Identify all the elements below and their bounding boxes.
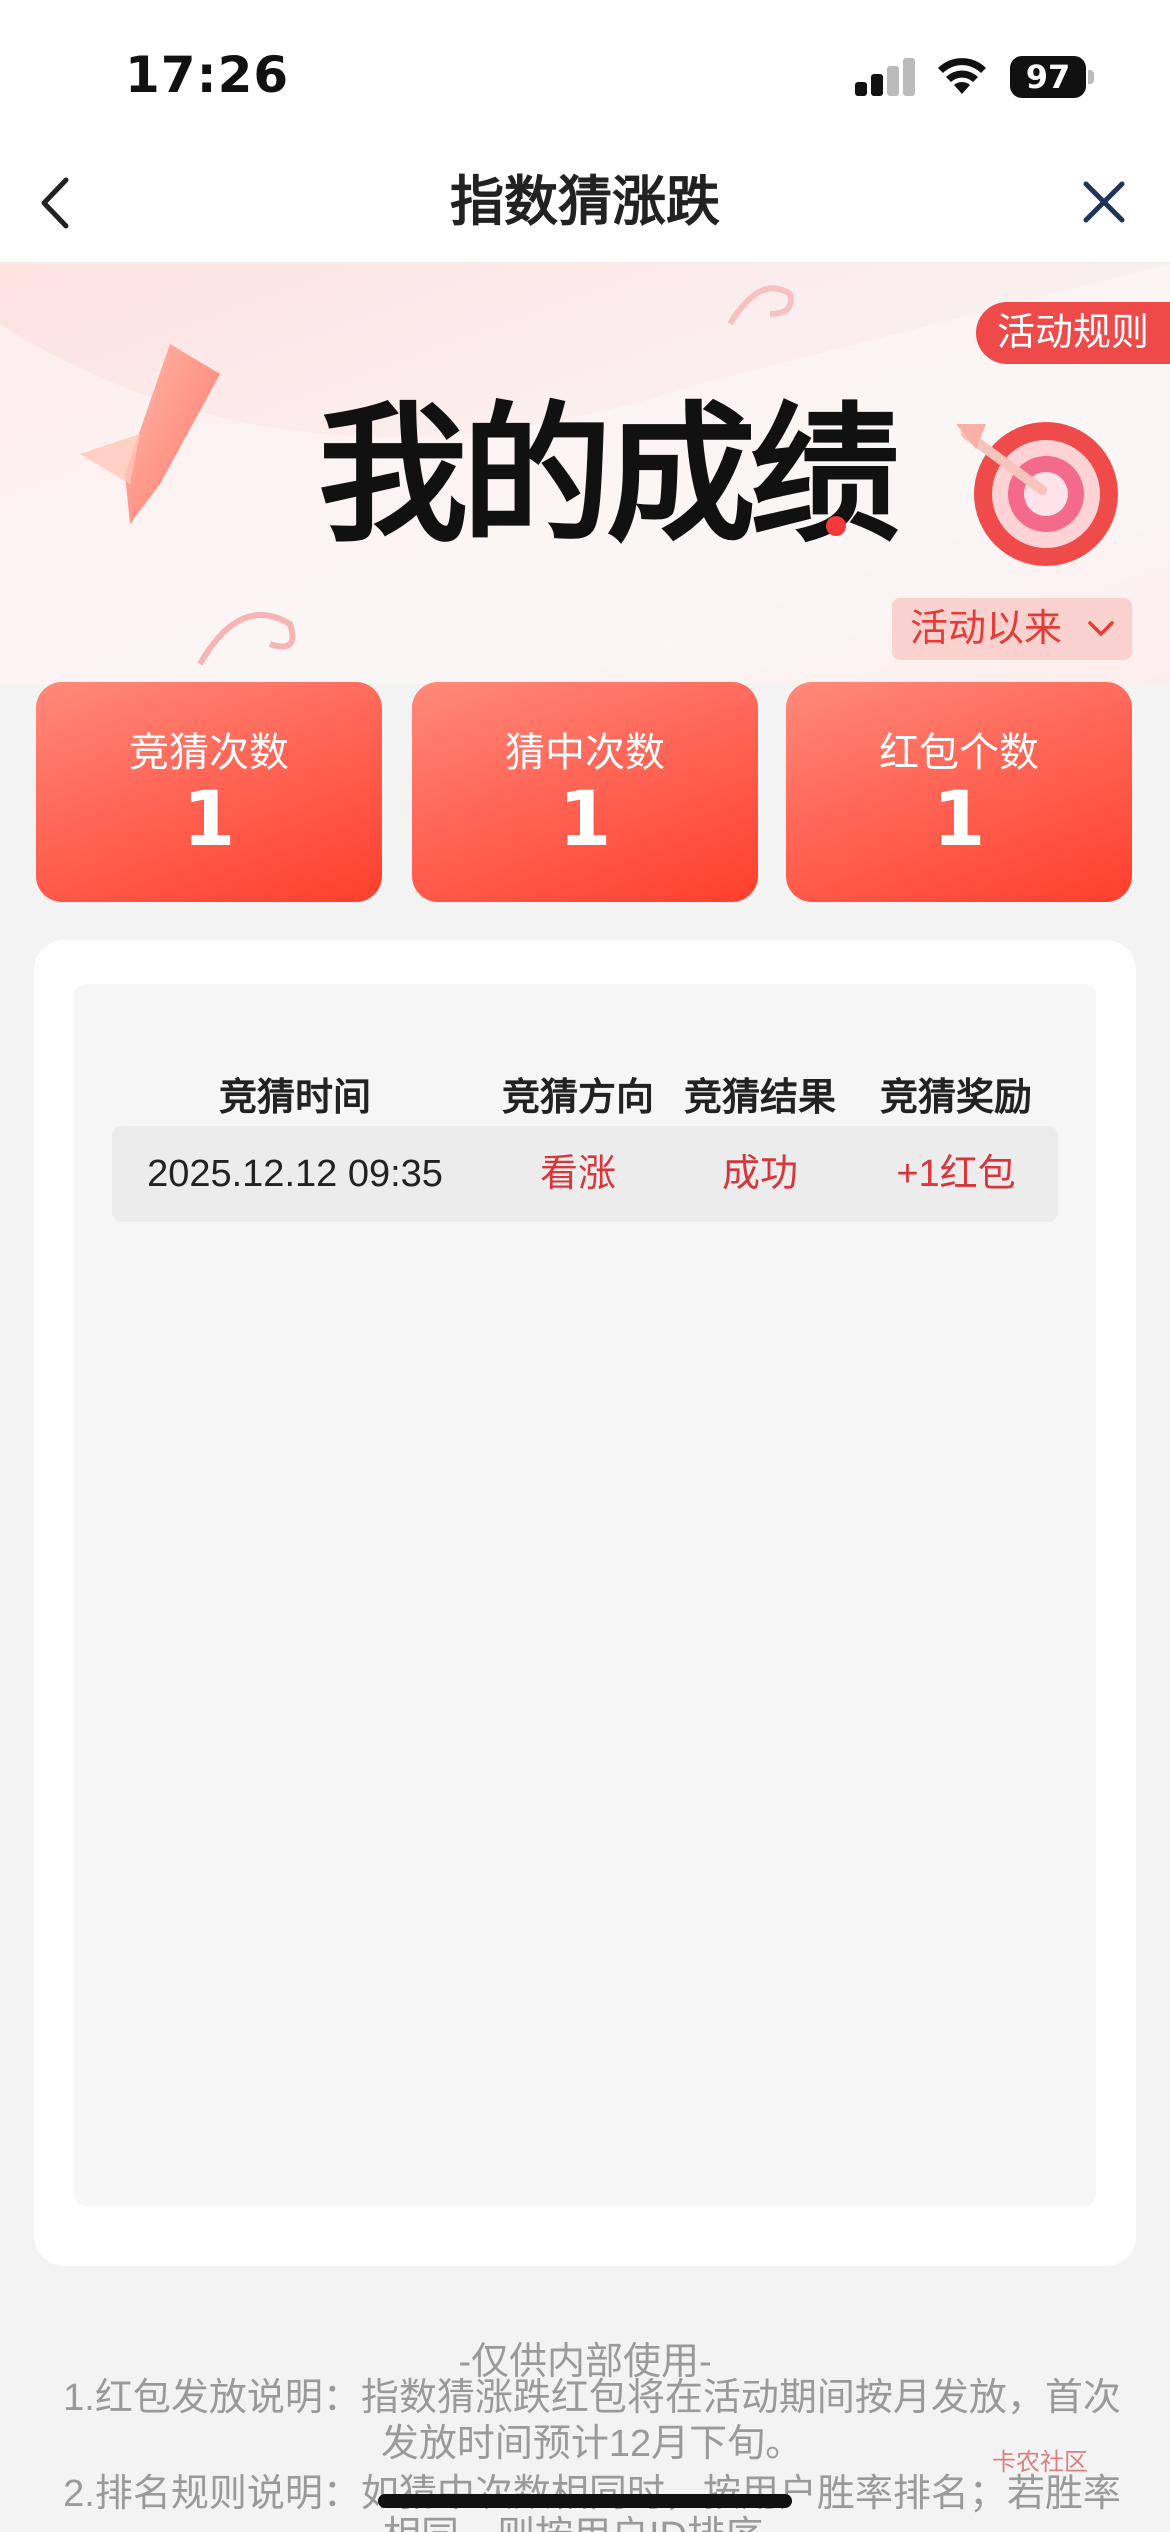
period-dropdown[interactable]: 活动以来 [892, 598, 1132, 660]
note-redpacket-line2: 发放时间预计12月下旬。 [380, 2423, 804, 2465]
note-redpacket-line1: 1.红包发放说明：指数猜涨跌红包将在活动期间按月发放，首次 [63, 2377, 1121, 2419]
nav-bar: 指数猜涨跌 [0, 140, 1170, 264]
column-header-time: 竞猜时间 [218, 1077, 371, 1119]
records-card: 竞猜时间 竞猜方向 竞猜结果 竞猜奖励 2025.12.12 09:35 看涨 … [34, 940, 1136, 2266]
stat-value: 1 [932, 774, 986, 863]
chevron-down-icon [1088, 621, 1114, 636]
stat-label: 竞猜次数 [129, 731, 289, 775]
stat-card-redpacket-count: 红包个数 1 [786, 682, 1132, 902]
stat-label: 红包个数 [879, 731, 1039, 775]
status-bar: 17:26 97 [0, 0, 1170, 140]
stat-card-guess-count: 竞猜次数 1 [36, 682, 382, 902]
status-time: 17:26 [125, 46, 290, 104]
page-title: 指数猜涨跌 [450, 172, 720, 232]
battery-icon: 97 [1010, 56, 1086, 98]
column-header-direction: 竞猜方向 [501, 1077, 654, 1119]
stat-card-correct-count: 猜中次数 1 [412, 682, 758, 902]
table-row: 2025.12.12 09:35 看涨 成功 +1红包 [112, 1126, 1058, 1222]
row-direction: 看涨 [539, 1153, 616, 1195]
target-icon [956, 422, 1118, 566]
row-time: 2025.12.12 09:35 [147, 1153, 443, 1195]
row-reward: +1红包 [896, 1153, 1016, 1195]
title-dot [826, 516, 846, 536]
period-label: 活动以来 [910, 608, 1063, 650]
stat-value: 1 [558, 774, 612, 863]
row-result: 成功 [721, 1153, 798, 1195]
records-table: 竞猜时间 竞猜方向 竞猜结果 竞猜奖励 2025.12.12 09:35 看涨 … [74, 984, 1096, 2206]
cellular-signal-icon [855, 56, 917, 96]
banner-title: 我的成绩 [318, 389, 900, 563]
stat-label: 猜中次数 [505, 731, 665, 775]
column-header-reward: 竞猜奖励 [879, 1077, 1032, 1119]
note-ranking-line2: 相同，则按用户ID排序。 [52, 2512, 1132, 2532]
activity-rules-button[interactable]: 活动规则 [976, 302, 1170, 364]
battery-tip [1088, 70, 1094, 84]
wifi-icon [938, 58, 986, 94]
column-header-result: 竞猜结果 [683, 1077, 836, 1119]
stat-value: 1 [182, 774, 236, 863]
watermark-logo: 卡农社区 [992, 2449, 1088, 2476]
score-banner: 我的成绩 活动规则 活动以来 [0, 264, 1170, 684]
close-icon[interactable] [1074, 170, 1134, 234]
home-indicator[interactable] [378, 2494, 792, 2508]
pin-decoration-icon [80, 344, 220, 524]
